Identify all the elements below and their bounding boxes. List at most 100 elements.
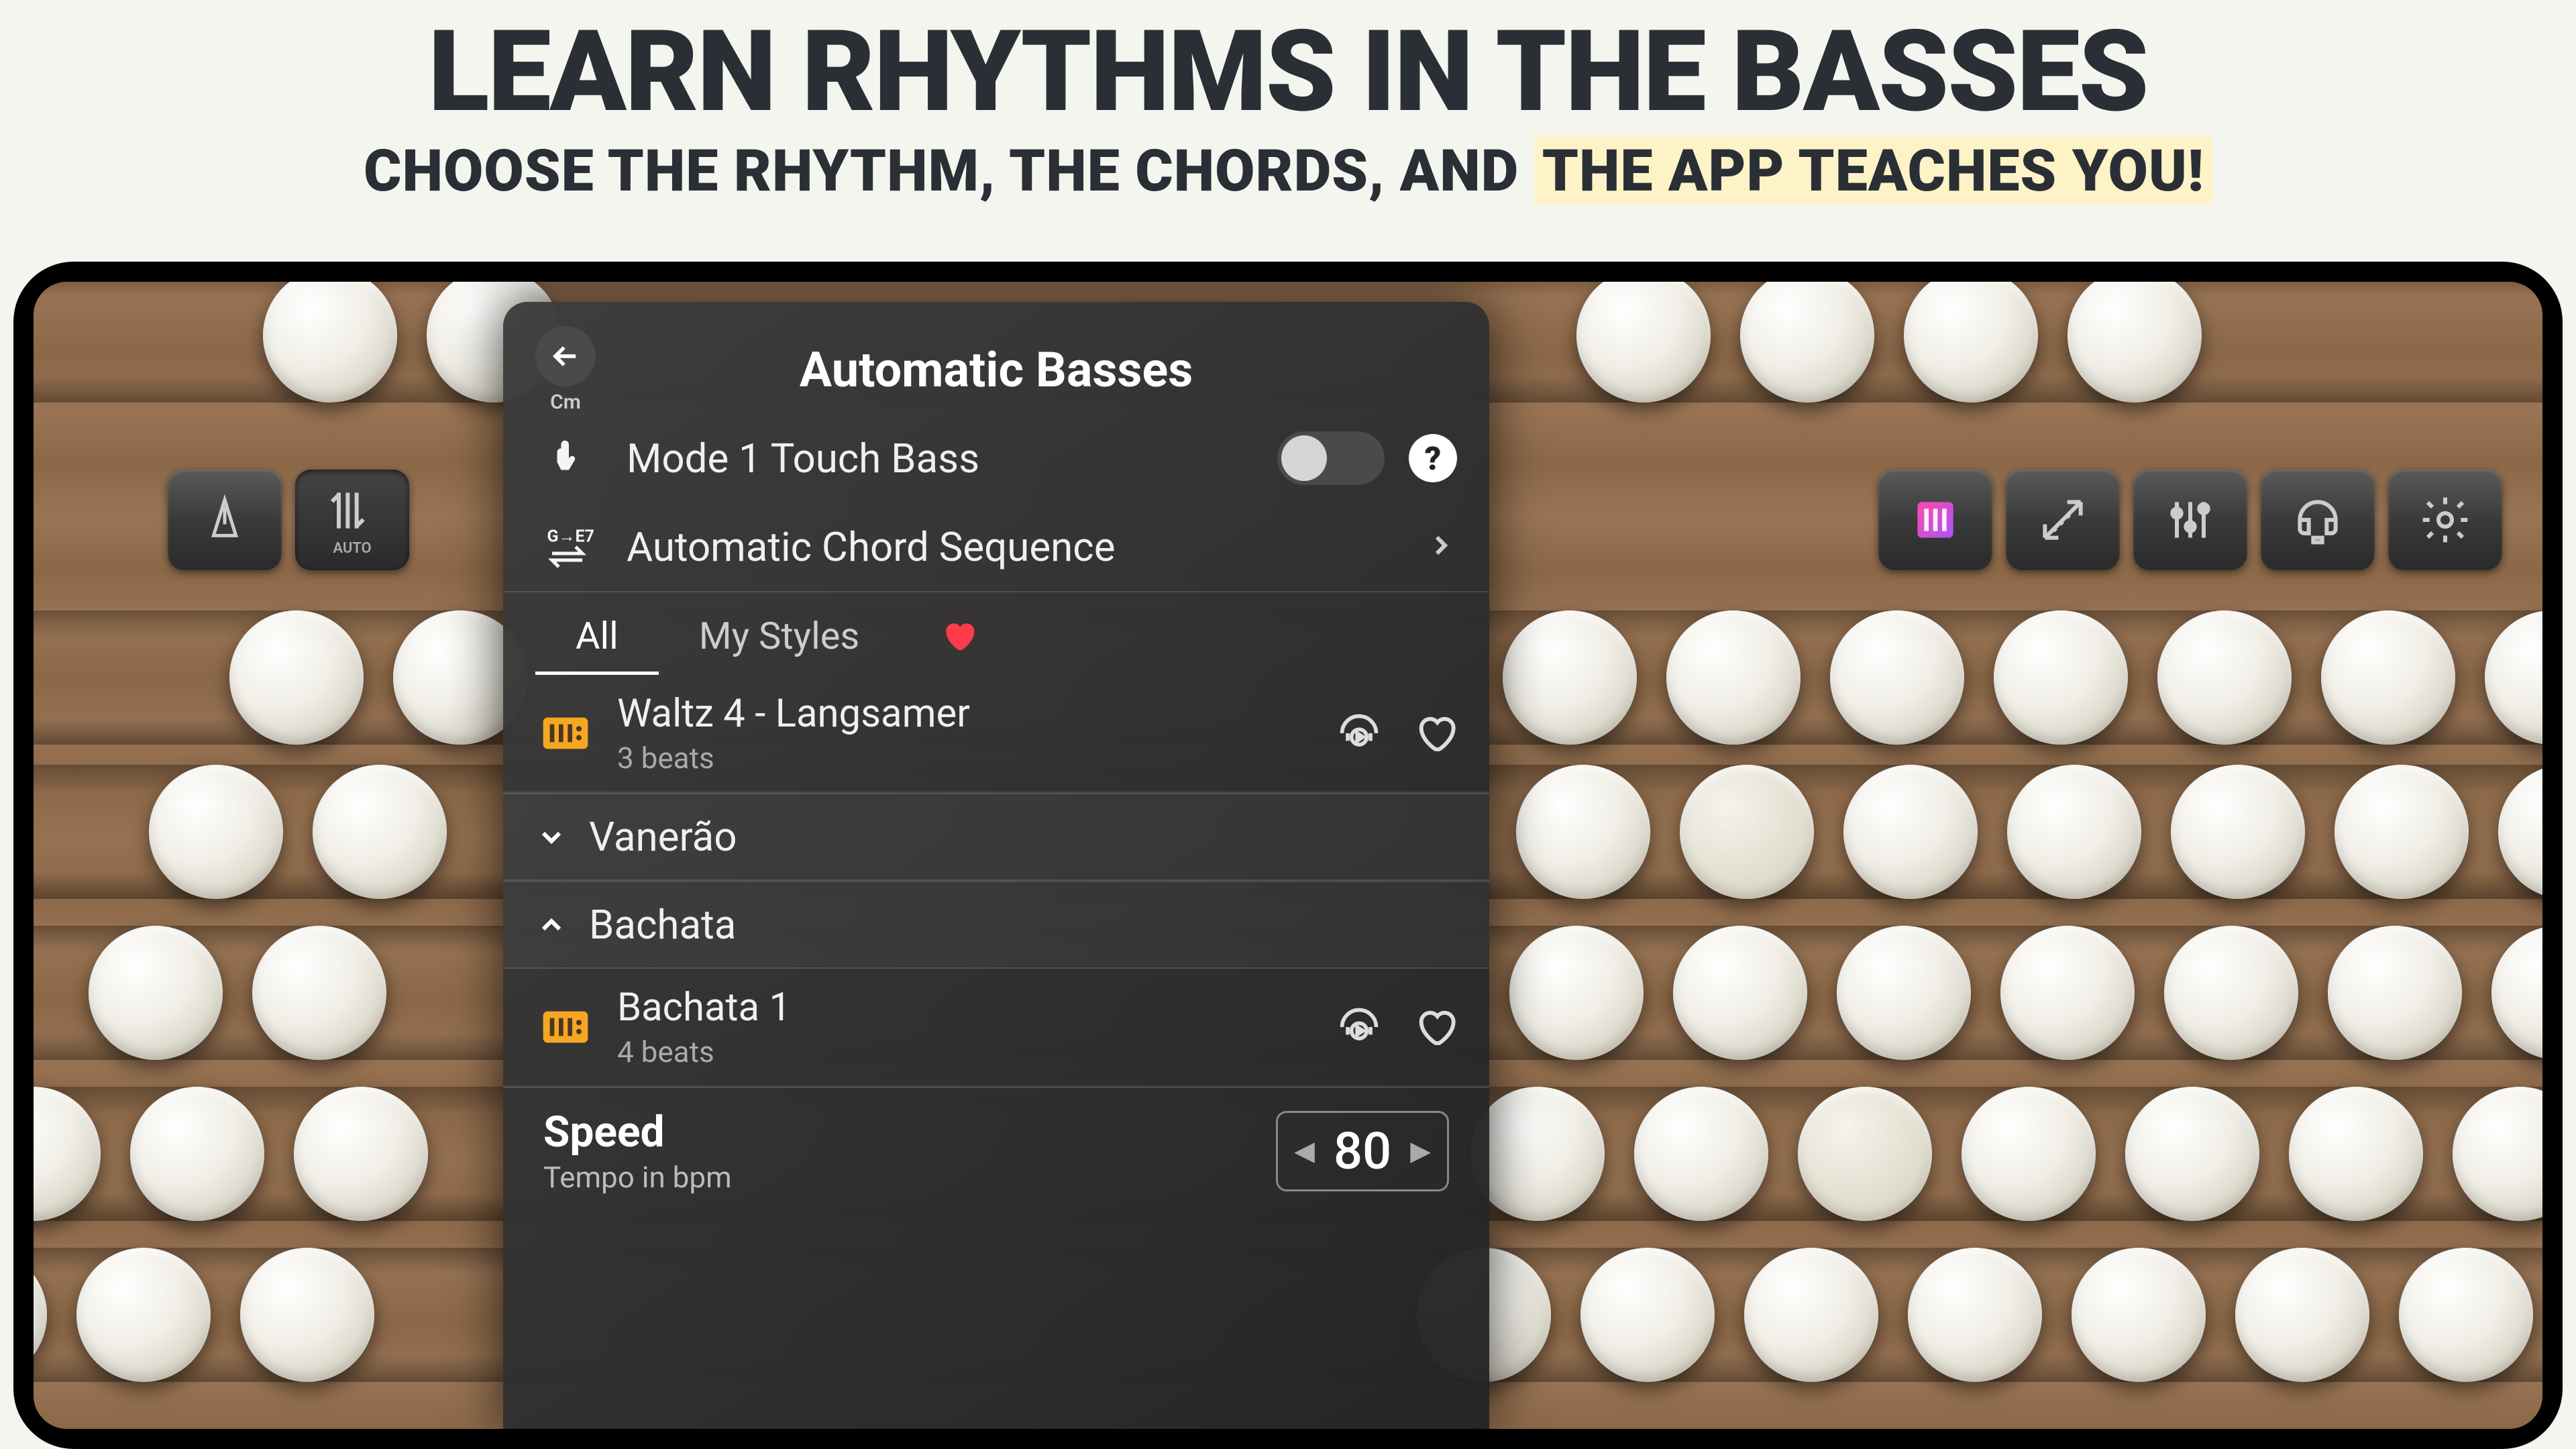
bass-button[interactable] [2485, 610, 2542, 745]
bass-button[interactable] [1680, 765, 1814, 899]
bass-button[interactable] [2164, 926, 2298, 1060]
device-frame: AUTO [13, 262, 2563, 1449]
touch-icon [535, 435, 602, 482]
bass-button[interactable] [2235, 1248, 2369, 1382]
bass-button[interactable] [2007, 765, 2141, 899]
speed-value: 80 [1334, 1121, 1391, 1181]
back-button[interactable]: Cm [535, 326, 596, 414]
automatic-basses-panel: Cm Automatic Basses Mode 1 Touch Bass ? … [503, 302, 1489, 1429]
bass-button[interactable] [2157, 610, 2292, 745]
bass-button[interactable] [2491, 926, 2542, 1060]
bass-button[interactable] [2000, 926, 2135, 1060]
bass-button[interactable] [1744, 1248, 1878, 1382]
metronome-button[interactable] [168, 470, 282, 570]
bass-button[interactable] [1580, 1248, 1715, 1382]
bass-button[interactable] [2453, 1087, 2542, 1221]
style-beats: 4 beats [617, 1034, 1315, 1069]
bass-button[interactable] [313, 765, 447, 899]
speed-title: Speed [543, 1107, 1249, 1157]
bass-button[interactable] [1994, 610, 2128, 745]
chord-sequence-row[interactable]: G→E7 Automatic Chord Sequence [503, 502, 1489, 592]
bass-button[interactable] [2498, 765, 2542, 899]
bass-button[interactable] [1740, 282, 1874, 402]
bass-button[interactable] [1503, 610, 1637, 745]
bass-button[interactable] [34, 1248, 47, 1382]
bass-button[interactable] [240, 1248, 374, 1382]
bass-button[interactable] [1908, 1248, 2042, 1382]
style-item-waltz4[interactable]: Waltz 4 - Langsamer 3 beats [503, 675, 1489, 793]
category-bachata[interactable]: Bachata [503, 881, 1489, 969]
bass-button[interactable] [2171, 765, 2305, 899]
settings-button[interactable] [2388, 470, 2502, 570]
bass-button[interactable] [34, 1087, 101, 1221]
bass-button[interactable] [1516, 765, 1650, 899]
bass-button[interactable] [1904, 282, 2038, 402]
subtitle-part1: CHOOSE THE RHYTHM, THE CHORDS, AND [364, 137, 1534, 205]
bass-button[interactable] [130, 1087, 264, 1221]
preview-play-icon[interactable] [1336, 1004, 1382, 1050]
chord-sequence-icon: G→E7 [535, 520, 602, 574]
accordion-icon [535, 703, 596, 763]
heart-icon [940, 617, 977, 655]
bass-button[interactable] [263, 282, 397, 402]
bass-button[interactable] [1798, 1087, 1932, 1221]
headline-title: LEARN RHYTHMS IN THE BASSES [27, 13, 2549, 131]
bass-button[interactable] [2068, 282, 2202, 402]
support-button[interactable] [2261, 470, 2375, 570]
style-item-bachata1[interactable]: Bachata 1 4 beats [503, 969, 1489, 1087]
bass-button[interactable] [1576, 282, 1711, 402]
auto-bass-button[interactable]: AUTO [295, 470, 409, 570]
style-tabs: All My Styles [503, 592, 1489, 675]
speed-decrease[interactable]: ◀ [1294, 1135, 1315, 1167]
bass-button[interactable] [1470, 1087, 1605, 1221]
mixer-button[interactable] [2133, 470, 2247, 570]
accordion-icon [535, 997, 596, 1057]
bass-button[interactable] [76, 1248, 211, 1382]
bass-button[interactable] [1962, 1087, 2096, 1221]
category-label: Vanerão [589, 813, 737, 861]
style-beats: 3 beats [617, 741, 1315, 775]
tab-my-styles[interactable]: My Styles [659, 603, 900, 675]
bass-button[interactable] [1509, 926, 1644, 1060]
bass-button[interactable] [149, 765, 283, 899]
app-screen: AUTO [34, 282, 2542, 1429]
bass-button[interactable] [1666, 610, 1801, 745]
speed-increase[interactable]: ▶ [1410, 1135, 1431, 1167]
bass-button[interactable] [2328, 926, 2462, 1060]
chevron-right-icon [1425, 529, 1457, 564]
bass-button[interactable] [2399, 1248, 2533, 1382]
chevron-up-icon [535, 909, 568, 941]
chord-sequence-label: Automatic Chord Sequence [627, 523, 1401, 571]
bass-button[interactable] [252, 926, 386, 1060]
auto-label: AUTO [333, 540, 371, 557]
bass-button[interactable] [2289, 1087, 2423, 1221]
speed-stepper[interactable]: ◀ 80 ▶ [1276, 1111, 1449, 1191]
bass-button[interactable] [1837, 926, 1971, 1060]
bass-button[interactable] [229, 610, 364, 745]
bass-button[interactable] [2072, 1248, 2206, 1382]
scale-button[interactable] [2006, 470, 2120, 570]
headline-subtitle: CHOOSE THE RHYTHM, THE CHORDS, AND THE A… [27, 137, 2549, 205]
bass-button[interactable] [1843, 765, 1978, 899]
svg-text:G→E7: G→E7 [547, 527, 594, 547]
bass-button[interactable] [2321, 610, 2455, 745]
style-name: Bachata 1 [617, 985, 1315, 1030]
favorite-icon[interactable] [1414, 1006, 1457, 1049]
favorite-icon[interactable] [1414, 712, 1457, 755]
bass-button[interactable] [294, 1087, 428, 1221]
tab-all[interactable]: All [535, 603, 659, 675]
help-button[interactable]: ? [1409, 434, 1457, 482]
category-label: Bachata [589, 901, 736, 949]
bass-button[interactable] [89, 926, 223, 1060]
bass-button[interactable] [2125, 1087, 2259, 1221]
bass-button[interactable] [2334, 765, 2469, 899]
preview-play-icon[interactable] [1336, 710, 1382, 756]
accordion-button[interactable] [1878, 470, 1992, 570]
mode-touch-bass-row: Mode 1 Touch Bass ? [503, 414, 1489, 502]
tab-favorites[interactable] [900, 606, 1018, 675]
mode-toggle[interactable] [1277, 431, 1385, 485]
category-vanerao[interactable]: Vanerão [503, 793, 1489, 881]
bass-button[interactable] [1634, 1087, 1768, 1221]
bass-button[interactable] [1830, 610, 1964, 745]
bass-button[interactable] [1673, 926, 1807, 1060]
